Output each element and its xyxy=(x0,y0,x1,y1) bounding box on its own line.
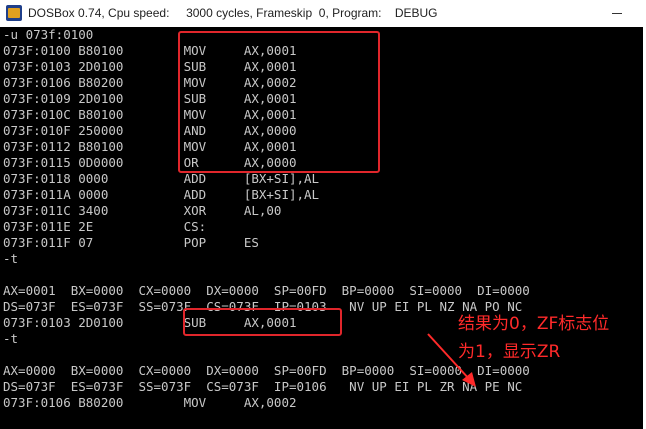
console-line: 073F:011C 3400 XOR AL,00 xyxy=(3,203,282,218)
console-line: -t xyxy=(3,251,19,266)
title-bar: DOSBox 0.74, Cpu speed: 3000 cycles, Fra… xyxy=(0,0,646,28)
minimize-icon[interactable] xyxy=(600,7,636,21)
highlight-box-instructions xyxy=(178,31,380,173)
console-line: AX=0001 BX=0000 CX=0000 DX=0000 SP=00FD … xyxy=(3,283,530,298)
highlight-box-current-instruction xyxy=(183,308,342,336)
console-line: 073F:011F 07 POP ES xyxy=(3,235,259,250)
console-line: 073F:0118 0000 ADD [BX+SI],AL xyxy=(3,171,320,186)
annotation-arrow-icon xyxy=(427,333,476,387)
console-line: -u 073f:0100 xyxy=(3,27,94,42)
console-line: -t xyxy=(3,331,19,346)
window-title: DOSBox 0.74, Cpu speed: 3000 cycles, Fra… xyxy=(28,6,438,20)
console-line: 073F:0106 B80200 MOV AX,0002 xyxy=(3,395,297,410)
dosbox-icon xyxy=(6,5,22,21)
console-line: 073F:011E 2E CS: xyxy=(3,219,207,234)
console-line: 073F:011A 0000 ADD [BX+SI],AL xyxy=(3,187,320,202)
